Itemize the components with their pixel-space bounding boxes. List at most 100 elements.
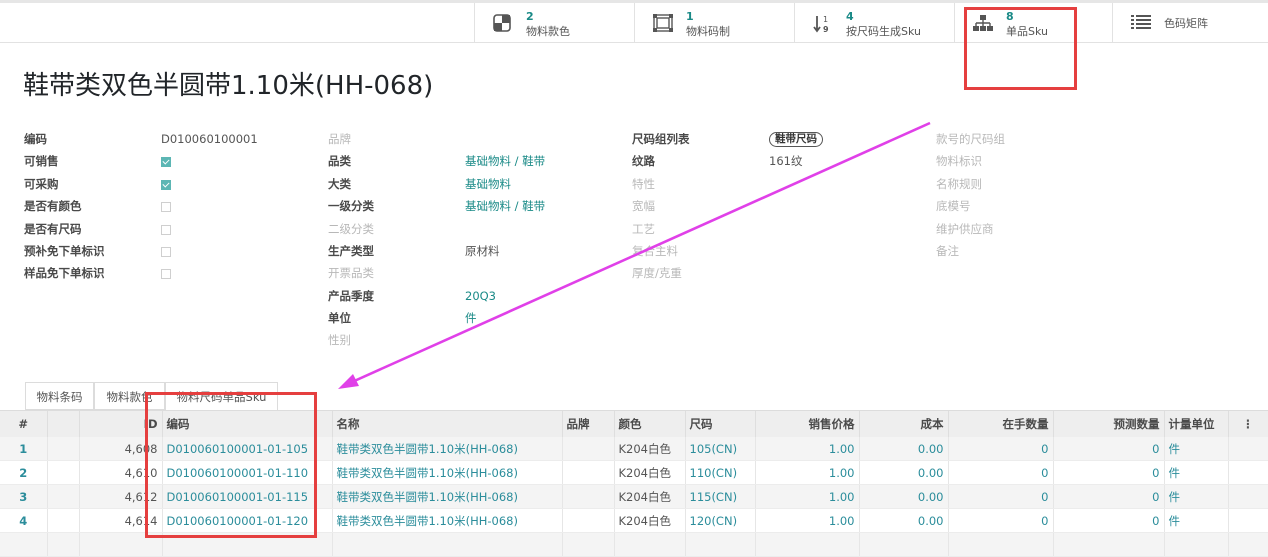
row-id[interactable]: 4,610 xyxy=(79,460,163,485)
row-size[interactable]: 105(CN) xyxy=(685,437,756,461)
row-name[interactable]: 鞋带类双色半圆带1.10米(HH-068) xyxy=(332,508,563,533)
row-on-hand[interactable]: 0 xyxy=(948,460,1054,485)
tab-barcode[interactable]: 物料条码 xyxy=(25,382,94,410)
row-forecast[interactable] xyxy=(1053,532,1165,557)
col-header-cost[interactable]: 成本 xyxy=(859,411,949,437)
row-uom[interactable]: 件 xyxy=(1164,437,1229,461)
tab-colors[interactable]: 物料款色 xyxy=(94,382,165,410)
stat-button-generate-sku[interactable]: 19 4 按尺码生成Sku xyxy=(794,3,954,42)
has-color-checkbox[interactable] xyxy=(161,202,171,212)
row-size[interactable]: 115(CN) xyxy=(685,484,756,509)
row-name[interactable]: 鞋带类双色半圆带1.10米(HH-068) xyxy=(332,460,563,485)
row-number[interactable] xyxy=(0,532,48,557)
row-brand[interactable] xyxy=(562,532,615,557)
purchasable-checkbox[interactable] xyxy=(161,180,171,190)
prefill-checkbox[interactable] xyxy=(161,247,171,257)
row-blank xyxy=(47,484,80,509)
row-size[interactable] xyxy=(685,532,756,557)
row-uom[interactable]: 件 xyxy=(1164,460,1229,485)
row-code[interactable] xyxy=(162,532,333,557)
row-on-hand[interactable]: 0 xyxy=(948,484,1054,509)
row-sale-price[interactable]: 1.00 xyxy=(755,460,860,485)
row-on-hand[interactable]: 0 xyxy=(948,508,1054,533)
stat-button-barcode[interactable]: 1 物料码制 xyxy=(634,3,794,42)
row-cost[interactable]: 0.00 xyxy=(859,484,949,509)
barcode-icon xyxy=(653,14,673,32)
sellable-checkbox[interactable] xyxy=(161,157,171,167)
tab-size-sku[interactable]: 物料尺码单品Sku xyxy=(165,382,278,411)
col-header-color[interactable]: 颜色 xyxy=(614,411,686,437)
stat-button-colors[interactable]: 2 物料款色 xyxy=(474,3,634,42)
row-id[interactable] xyxy=(79,532,163,557)
row-cost[interactable]: 0.00 xyxy=(859,460,949,485)
row-code[interactable]: D010060100001-01-105 xyxy=(162,437,333,461)
row-code[interactable]: D010060100001-01-120 xyxy=(162,508,333,533)
row-code[interactable]: D010060100001-01-115 xyxy=(162,484,333,509)
row-cost[interactable]: 0.00 xyxy=(859,508,949,533)
row-uom[interactable]: 件 xyxy=(1164,484,1229,509)
row-number[interactable]: 1 xyxy=(0,437,48,461)
col-header-name[interactable]: 名称 xyxy=(332,411,563,437)
col-header-size[interactable]: 尺码 xyxy=(685,411,756,437)
row-uom[interactable] xyxy=(1164,532,1229,557)
unit-value[interactable]: 件 xyxy=(465,311,477,326)
table-row[interactable]: 2 4,610 D010060100001-01-110 鞋带类双色半圆带1.10米(… xyxy=(0,460,1268,485)
row-color[interactable]: K204白色 xyxy=(614,508,686,533)
row-id[interactable]: 4,612 xyxy=(79,484,163,509)
season-value[interactable]: 20Q3 xyxy=(465,289,496,304)
col-header-uom[interactable]: 计量单位 xyxy=(1164,411,1229,437)
column-options-icon[interactable]: ⋮ xyxy=(1228,411,1268,437)
row-brand[interactable] xyxy=(562,508,615,533)
row-brand[interactable] xyxy=(562,460,615,485)
col-header-sale-price[interactable]: 销售价格 xyxy=(755,411,860,437)
row-color[interactable]: K204白色 xyxy=(614,437,686,461)
row-id[interactable]: 4,608 xyxy=(79,437,163,461)
row-on-hand[interactable]: 0 xyxy=(948,437,1054,461)
level1-value[interactable]: 基础物料 / 鞋带 xyxy=(465,199,545,214)
col-header-on-hand[interactable]: 在手数量 xyxy=(948,411,1054,437)
row-name[interactable]: 鞋带类双色半圆带1.10米(HH-068) xyxy=(332,437,563,461)
has-size-checkbox[interactable] xyxy=(161,225,171,235)
row-code[interactable]: D010060100001-01-110 xyxy=(162,460,333,485)
row-id[interactable]: 4,614 xyxy=(79,508,163,533)
table-row[interactable] xyxy=(0,532,1268,557)
sample-checkbox[interactable] xyxy=(161,269,171,279)
row-number[interactable]: 4 xyxy=(0,508,48,533)
row-size[interactable]: 110(CN) xyxy=(685,460,756,485)
row-name[interactable]: 鞋带类双色半圆带1.10米(HH-068) xyxy=(332,484,563,509)
row-cost[interactable] xyxy=(859,532,949,557)
row-name[interactable] xyxy=(332,532,563,557)
row-forecast[interactable]: 0 xyxy=(1053,437,1165,461)
category-value[interactable]: 基础物料 / 鞋带 xyxy=(465,154,545,169)
col-header-brand[interactable]: 品牌 xyxy=(562,411,615,437)
row-forecast[interactable]: 0 xyxy=(1053,508,1165,533)
size-group-tag[interactable]: 鞋带尺码 xyxy=(769,132,823,147)
row-cost[interactable]: 0.00 xyxy=(859,437,949,461)
row-on-hand[interactable] xyxy=(948,532,1054,557)
row-brand[interactable] xyxy=(562,437,615,461)
col-header-id[interactable]: ID xyxy=(79,411,163,437)
row-sale-price[interactable]: 1.00 xyxy=(755,508,860,533)
major-class-value[interactable]: 基础物料 xyxy=(465,177,511,192)
col-header-code[interactable]: 编码 xyxy=(162,411,333,437)
table-row[interactable]: 1 4,608 D010060100001-01-105 鞋带类双色半圆带1.10米(… xyxy=(0,437,1268,461)
row-size[interactable]: 120(CN) xyxy=(685,508,756,533)
table-row[interactable]: 3 4,612 D010060100001-01-115 鞋带类双色半圆带1.10米(… xyxy=(0,484,1268,509)
table-row[interactable]: 4 4,614 D010060100001-01-120 鞋带类双色半圆带1.10米(… xyxy=(0,508,1268,533)
row-color[interactable]: K204白色 xyxy=(614,460,686,485)
col-header-forecast[interactable]: 预测数量 xyxy=(1053,411,1165,437)
row-color[interactable]: K204白色 xyxy=(614,484,686,509)
row-sale-price[interactable]: 1.00 xyxy=(755,437,860,461)
row-sale-price[interactable] xyxy=(755,532,860,557)
row-number[interactable]: 3 xyxy=(0,484,48,509)
row-sale-price[interactable]: 1.00 xyxy=(755,484,860,509)
stat-button-color-size-matrix[interactable]: 色码矩阵 xyxy=(1112,3,1268,42)
row-forecast[interactable]: 0 xyxy=(1053,484,1165,509)
stat-button-single-sku[interactable]: 8 单品Sku xyxy=(954,3,1112,42)
row-brand[interactable] xyxy=(562,484,615,509)
row-color[interactable] xyxy=(614,532,686,557)
thickness-label: 厚度/克重 xyxy=(632,266,682,280)
row-number[interactable]: 2 xyxy=(0,460,48,485)
row-forecast[interactable]: 0 xyxy=(1053,460,1165,485)
row-uom[interactable]: 件 xyxy=(1164,508,1229,533)
